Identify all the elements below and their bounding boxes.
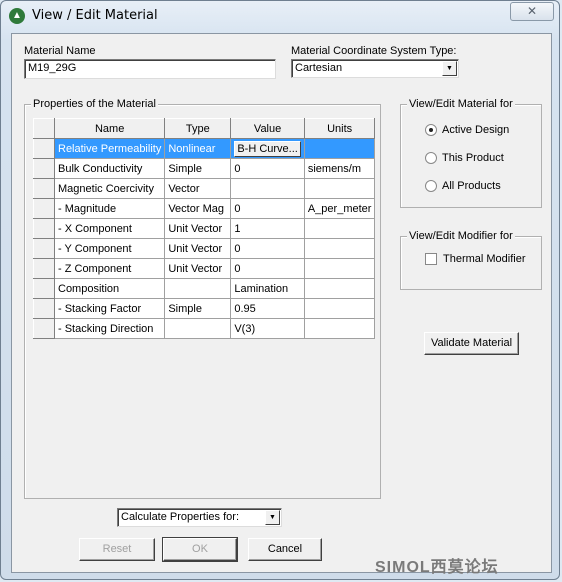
cell-type[interactable]: Vector <box>164 178 232 199</box>
window-title: View / Edit Material <box>32 8 158 23</box>
table-header-row: Name Type Value Units <box>33 118 376 139</box>
cell-value[interactable]: 0.95 <box>230 298 305 319</box>
row-header[interactable] <box>33 158 55 179</box>
table-row[interactable]: - Stacking Factor Simple 0.95 <box>33 298 376 319</box>
bh-curve-button[interactable]: B-H Curve... <box>234 140 301 157</box>
row-header[interactable] <box>33 198 55 219</box>
cell-type[interactable]: Simple <box>164 158 232 179</box>
table-row[interactable]: Magnetic Coercivity Vector <box>33 178 376 199</box>
table-row[interactable]: - Stacking Direction V(3) <box>33 318 376 339</box>
ansoft-logo-icon: ▲ <box>9 8 25 24</box>
cell-name[interactable]: Magnetic Coercivity <box>53 178 166 199</box>
cell-name[interactable]: Composition <box>53 278 166 299</box>
cell-type[interactable] <box>164 318 232 339</box>
properties-table: Name Type Value Units Relative Permeabil… <box>33 118 376 339</box>
cell-name[interactable]: - Z Component <box>53 258 166 279</box>
cell-units[interactable] <box>303 278 376 299</box>
radio-label-active-design[interactable]: Active Design <box>442 124 509 136</box>
cell-units[interactable] <box>303 258 376 279</box>
cell-name[interactable]: - Magnitude <box>53 198 166 219</box>
cell-type[interactable]: Unit Vector <box>164 218 232 239</box>
cell-value[interactable]: 1 <box>230 218 305 239</box>
row-header[interactable] <box>33 218 55 239</box>
cell-units[interactable]: A_per_meter <box>303 198 376 219</box>
cell-name[interactable]: - Stacking Direction <box>53 318 166 339</box>
thermal-modifier-checkbox[interactable] <box>425 253 437 265</box>
cell-value[interactable] <box>230 178 305 199</box>
coordinate-system-label: Material Coordinate System Type: <box>291 45 457 57</box>
radio-active-design[interactable] <box>425 124 437 136</box>
column-header-name[interactable]: Name <box>53 118 166 139</box>
cell-type[interactable]: Unit Vector <box>164 258 232 279</box>
cell-units[interactable] <box>303 138 376 159</box>
row-header[interactable] <box>33 258 55 279</box>
cell-value[interactable]: 0 <box>230 158 305 179</box>
row-header[interactable] <box>33 138 55 159</box>
table-row[interactable]: Bulk Conductivity Simple 0 siemens/m <box>33 158 376 179</box>
corner-header <box>33 118 55 139</box>
row-header[interactable] <box>33 278 55 299</box>
properties-group-label: Properties of the Material <box>31 98 158 110</box>
row-header[interactable] <box>33 238 55 259</box>
radio-this-product[interactable] <box>425 152 437 164</box>
table-row[interactable]: Composition Lamination <box>33 278 376 299</box>
cell-type[interactable]: Vector Mag <box>164 198 232 219</box>
radio-label-this-product[interactable]: This Product <box>442 152 504 164</box>
cell-type[interactable] <box>164 278 232 299</box>
cell-units[interactable] <box>303 318 376 339</box>
cell-value[interactable]: 0 <box>230 238 305 259</box>
column-header-type[interactable]: Type <box>164 118 232 139</box>
cell-name[interactable]: Relative Permeability <box>53 138 166 159</box>
watermark: SIMOL西莫论坛 <box>375 559 499 576</box>
cell-name[interactable]: Bulk Conductivity <box>53 158 166 179</box>
cell-value[interactable]: 0 <box>230 258 305 279</box>
cell-value[interactable]: Lamination <box>230 278 305 299</box>
table-row[interactable]: - Y Component Unit Vector 0 <box>33 238 376 259</box>
calculate-properties-select[interactable]: Calculate Properties for: ▼ <box>117 508 282 527</box>
cell-name[interactable]: - Stacking Factor <box>53 298 166 319</box>
radio-label-all-products[interactable]: All Products <box>442 180 501 192</box>
cell-units[interactable] <box>303 218 376 239</box>
cell-value[interactable]: B-H Curve... <box>230 138 305 159</box>
cancel-button[interactable]: Cancel <box>248 538 322 561</box>
row-header[interactable] <box>33 298 55 319</box>
cell-type[interactable]: Unit Vector <box>164 238 232 259</box>
coordinate-system-value: Cartesian <box>295 62 343 74</box>
table-row[interactable]: - Z Component Unit Vector 0 <box>33 258 376 279</box>
row-header[interactable] <box>33 178 55 199</box>
radio-all-products[interactable] <box>425 180 437 192</box>
cell-value[interactable]: V(3) <box>230 318 305 339</box>
cell-name[interactable]: - X Component <box>53 218 166 239</box>
cell-units[interactable] <box>303 238 376 259</box>
ok-button[interactable]: OK <box>162 537 238 562</box>
view-edit-material-label: View/Edit Material for <box>407 98 515 110</box>
calculate-properties-value: Calculate Properties for: <box>121 511 239 523</box>
view-edit-modifier-label: View/Edit Modifier for <box>407 230 515 242</box>
reset-button[interactable]: Reset <box>79 538 155 561</box>
table-row[interactable]: - Magnitude Vector Mag 0 A_per_meter <box>33 198 376 219</box>
cell-units[interactable] <box>303 298 376 319</box>
close-button[interactable]: ✕ <box>510 2 554 21</box>
column-header-units[interactable]: Units <box>303 118 376 139</box>
cell-name[interactable]: - Y Component <box>53 238 166 259</box>
row-header[interactable] <box>33 318 55 339</box>
material-name-label: Material Name <box>24 45 96 57</box>
cell-type[interactable]: Simple <box>164 298 232 319</box>
cell-units[interactable]: siemens/m <box>303 158 376 179</box>
cell-type[interactable]: Nonlinear <box>164 138 232 159</box>
coordinate-system-select[interactable]: Cartesian ▼ <box>291 59 459 78</box>
thermal-modifier-label[interactable]: Thermal Modifier <box>443 253 526 265</box>
cell-value[interactable]: 0 <box>230 198 305 219</box>
cell-units[interactable] <box>303 178 376 199</box>
table-row[interactable]: Relative Permeability Nonlinear B-H Curve.… <box>33 138 376 159</box>
chevron-down-icon[interactable]: ▼ <box>265 510 280 525</box>
material-name-input[interactable]: M19_29G <box>24 59 276 79</box>
validate-material-button[interactable]: Validate Material <box>424 332 519 355</box>
column-header-value[interactable]: Value <box>230 118 305 139</box>
table-row[interactable]: - X Component Unit Vector 1 <box>33 218 376 239</box>
chevron-down-icon[interactable]: ▼ <box>442 61 457 76</box>
